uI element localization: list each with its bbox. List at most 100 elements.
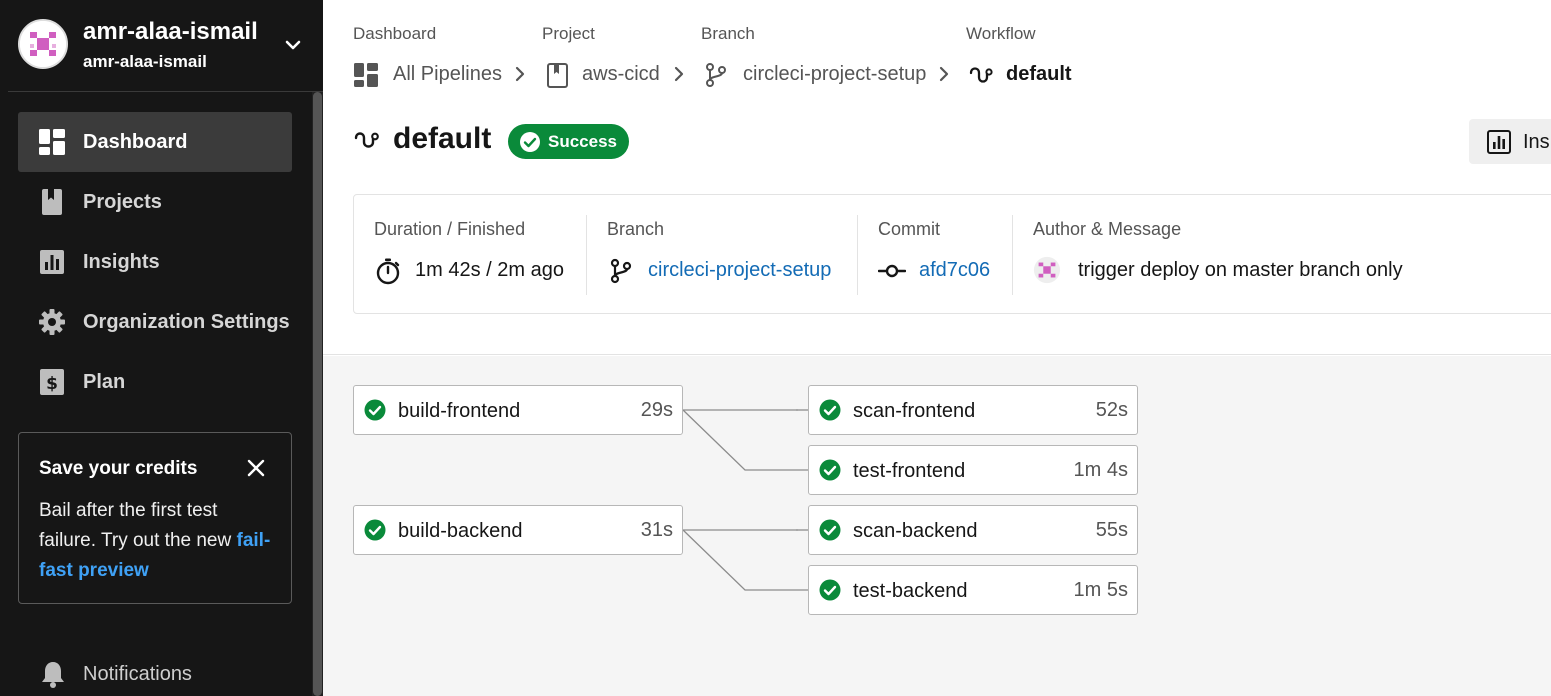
summary-divider (1012, 215, 1013, 295)
chevron-down-icon[interactable] (280, 32, 306, 58)
job-duration: 1m 5s (1073, 579, 1128, 601)
sidebar: amr-alaa-ismail amr-alaa-ismail Dashboar… (0, 0, 323, 696)
git-branch-icon (610, 258, 632, 284)
job-duration: 31s (640, 519, 673, 541)
svg-text:$: $ (46, 374, 58, 394)
summary-commit-label: Commit (878, 219, 940, 239)
stopwatch-icon (376, 258, 400, 285)
sidebar-item-label: Insights (83, 251, 160, 273)
sidebar-item-insights[interactable]: Insights (18, 232, 292, 292)
breadcrumb-project[interactable]: aws-cicd (545, 60, 665, 88)
job-card-scan-frontend[interactable]: scan-frontend 52s (808, 385, 1138, 435)
sidebar-item-label: Projects (83, 191, 162, 213)
sidebar-scrollbar[interactable] (313, 92, 322, 696)
job-name: build-backend (398, 520, 523, 542)
dashboard-icon (354, 63, 378, 87)
summary-duration: Duration / Finished 1m 42s / 2m ago (374, 195, 584, 313)
job-name: scan-frontend (853, 400, 976, 422)
summary-author: Author & Message trigger deploy on maste… (1033, 195, 1533, 313)
job-card-build-frontend[interactable]: build-frontend 29s (353, 385, 683, 435)
status-badge-label: Success (548, 132, 617, 151)
sidebar-item-label: Notifications (83, 663, 192, 685)
workflow-summary: Duration / Finished 1m 42s / 2m ago Bran… (353, 194, 1551, 314)
credits-title: Save your credits (39, 458, 198, 479)
breadcrumb-text: aws-cicd (582, 63, 660, 85)
breadcrumb-label-workflow: Workflow (966, 24, 1036, 43)
sidebar-item-projects[interactable]: Projects (18, 172, 292, 232)
credits-text: Bail after the first test failure. Try o… (39, 500, 232, 551)
bar-chart-icon (1487, 130, 1511, 154)
job-card-test-backend[interactable]: test-backend 1m 5s (808, 565, 1138, 615)
breadcrumb-text: All Pipelines (393, 63, 502, 85)
check-circle-icon (520, 132, 540, 152)
book-icon (547, 63, 568, 88)
summary-duration-value: 1m 42s / 2m ago (415, 259, 564, 281)
sidebar-item-notifications[interactable]: Notifications (38, 656, 278, 692)
check-circle-icon (819, 519, 841, 541)
chevron-right-icon (515, 66, 525, 82)
summary-commit: Commit afd7c06 (878, 195, 1008, 313)
job-duration: 55s (1095, 519, 1128, 541)
job-name: test-frontend (853, 460, 966, 482)
job-duration: 52s (1095, 399, 1128, 421)
sidebar-item-dashboard[interactable]: Dashboard (18, 112, 292, 172)
check-circle-icon (819, 579, 841, 601)
summary-divider (857, 215, 858, 295)
sidebar-item-plan[interactable]: $ Plan (18, 352, 292, 412)
org-name: amr-alaa-ismail (83, 18, 258, 45)
git-commit-icon (878, 264, 906, 278)
breadcrumb-all-pipelines[interactable]: All Pipelines (353, 60, 503, 88)
org-avatar (18, 19, 68, 69)
workflow-graph: build-frontend 29s scan-frontend 52s tes… (323, 356, 1551, 696)
gear-icon (39, 309, 65, 335)
breadcrumb-branch[interactable]: circleci-project-setup (703, 60, 928, 88)
bar-chart-icon (40, 250, 64, 274)
sidebar-item-label: Dashboard (83, 131, 188, 153)
breadcrumb-label-project: Project (542, 24, 595, 43)
job-name: test-backend (853, 580, 968, 602)
breadcrumb-text: default (1006, 63, 1072, 85)
job-name: scan-backend (853, 520, 978, 542)
org-subtitle: amr-alaa-ismail (83, 52, 207, 71)
commit-message: trigger deploy on master branch only (1078, 259, 1403, 281)
sidebar-item-label: Plan (83, 371, 126, 393)
close-icon[interactable] (245, 457, 267, 479)
summary-divider (586, 215, 587, 295)
breadcrumb-label-branch: Branch (701, 24, 755, 43)
workflow-icon (354, 132, 379, 148)
summary-branch: Branch circleci-project-setup (607, 195, 847, 313)
branch-link[interactable]: circleci-project-setup (648, 259, 831, 282)
summary-author-label: Author & Message (1033, 219, 1182, 239)
job-duration: 29s (640, 399, 673, 421)
sidebar-divider (8, 91, 323, 92)
job-card-test-frontend[interactable]: test-frontend 1m 4s (808, 445, 1138, 495)
workflow-icon (969, 67, 993, 83)
main-content: Dashboard Project Branch Workflow All Pi… (323, 0, 1551, 696)
credits-body: Bail after the first test failure. Try o… (39, 496, 279, 586)
page-title: default (393, 122, 492, 155)
dollar-icon: $ (40, 369, 64, 395)
author-avatar (1033, 256, 1061, 284)
git-branch-icon (706, 63, 726, 87)
job-card-build-backend[interactable]: build-backend 31s (353, 505, 683, 555)
sidebar-item-organization-settings[interactable]: Organization Settings (18, 292, 292, 352)
job-duration: 1m 4s (1073, 459, 1128, 481)
check-circle-icon (364, 399, 386, 421)
check-circle-icon (819, 399, 841, 421)
breadcrumb-workflow[interactable]: default (968, 60, 1078, 88)
job-card-scan-backend[interactable]: scan-backend 55s (808, 505, 1138, 555)
insights-button-label: Ins (1523, 131, 1550, 153)
status-badge: Success (508, 124, 629, 159)
workflow-header: Dashboard Project Branch Workflow All Pi… (323, 0, 1551, 355)
book-icon (42, 189, 62, 215)
insights-button[interactable]: Ins (1469, 119, 1551, 164)
breadcrumb-text: circleci-project-setup (743, 63, 927, 85)
job-name: build-frontend (398, 400, 521, 422)
sidebar-item-label: Organization Settings (83, 311, 290, 333)
bell-icon (42, 662, 64, 688)
commit-link[interactable]: afd7c06 (919, 259, 990, 282)
org-switcher[interactable]: amr-alaa-ismail amr-alaa-ismail (0, 0, 323, 92)
check-circle-icon (819, 459, 841, 481)
chevron-right-icon (939, 66, 949, 82)
summary-duration-label: Duration / Finished (374, 219, 526, 239)
